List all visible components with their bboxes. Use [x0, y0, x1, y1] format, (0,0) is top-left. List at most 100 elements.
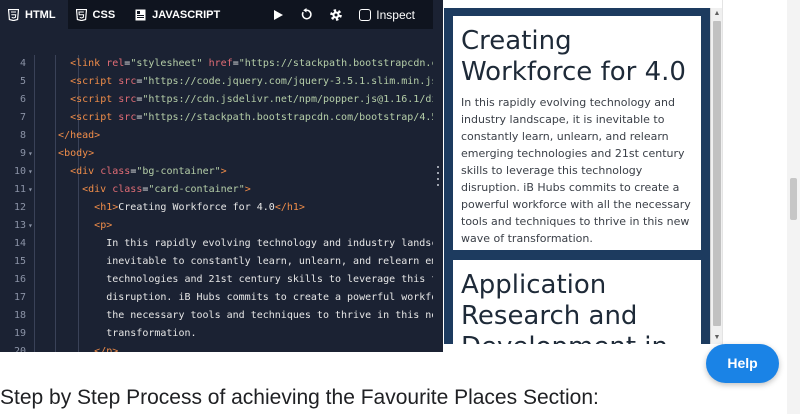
code-text: <div class="card-container">	[46, 181, 251, 199]
indent-guide	[34, 343, 35, 352]
code-line: 9 ▾ <body>	[0, 145, 433, 163]
code-token: "https://stackpath.bootstrapcdn.com/boot…	[142, 112, 433, 123]
code-token: inevitable to constantly learn, unlearn,…	[46, 256, 433, 267]
code-text: <body>	[46, 145, 94, 163]
code-line: 6 <script src="https://cdn.jsdelivr.net/…	[0, 91, 433, 109]
code-line: 18 the necessary tools and techniques to…	[0, 307, 433, 325]
code-line: 15 inevitable to constantly learn, unlea…	[0, 253, 433, 271]
code-token: <script	[70, 76, 113, 87]
reset-button[interactable]	[300, 8, 313, 21]
pane-resize-handle[interactable]	[433, 0, 443, 352]
indent-guide	[34, 145, 35, 163]
editor-toolbar: HTML CSS JAVASCRIPT Inspect	[0, 0, 433, 29]
code-token: <h1>	[94, 202, 119, 213]
code-text: disruption. iB Hubs commits to create a …	[46, 289, 433, 307]
handle-dot	[437, 172, 439, 174]
fold-arrow-icon[interactable]: ▾	[28, 145, 33, 163]
tab-javascript[interactable]: JAVASCRIPT	[127, 0, 232, 29]
line-number: 14	[13, 238, 26, 249]
code-token: Creating Workforce for 4.0	[118, 202, 275, 213]
code-token: the necessary tools and techniques to th…	[46, 310, 433, 321]
code-token: </h1>	[274, 202, 305, 213]
page-scroll-thumb[interactable]	[790, 178, 797, 220]
page-scrollbar[interactable]	[787, 0, 800, 414]
content-divider	[722, 0, 723, 352]
code-token: class	[100, 166, 131, 177]
code-line: 8 </head>	[0, 127, 433, 145]
code-line: 17 disruption. iB Hubs commits to create…	[0, 289, 433, 307]
code-text: <p>	[46, 217, 112, 235]
code-token: <script	[70, 94, 113, 105]
card-title: Creating Workforce for 4.0	[461, 26, 686, 87]
code-token: >	[244, 184, 251, 195]
line-number: 8	[19, 130, 26, 141]
code-text: In this rapidly evolving technology and …	[46, 235, 433, 253]
code-area[interactable]: 4 <link rel="stylesheet" href="https://s…	[0, 55, 433, 352]
preview-scroll-thumb[interactable]	[713, 21, 721, 326]
code-line: 10 ▾ <div class="bg-container">	[0, 163, 433, 181]
line-number: 20	[13, 346, 26, 352]
code-token: >	[220, 166, 227, 177]
indent-guide	[34, 271, 35, 289]
page: HTML CSS JAVASCRIPT Inspect 4 <link rel=…	[0, 0, 800, 414]
preview-bg-container[interactable]: Creating Workforce for 4.0 In this rapid…	[444, 8, 710, 344]
code-token: <link	[70, 58, 101, 69]
code-line: 13 ▾ <p>	[0, 217, 433, 235]
code-token: </p>	[94, 346, 119, 352]
play-icon	[274, 9, 284, 20]
code-token: disruption. iB Hubs commits to create a …	[46, 292, 433, 303]
fold-arrow-icon[interactable]: ▾	[28, 181, 33, 199]
indent-guide	[34, 307, 35, 325]
code-token: class	[112, 184, 143, 195]
code-text: the necessary tools and techniques to th…	[46, 307, 433, 325]
code-editor: HTML CSS JAVASCRIPT Inspect 4 <link rel=…	[0, 0, 433, 352]
help-button[interactable]: Help	[706, 344, 779, 383]
code-text: </p>	[46, 343, 118, 352]
line-number: 5	[19, 76, 26, 87]
run-button[interactable]	[272, 9, 284, 21]
code-text: <div class="bg-container">	[46, 163, 227, 181]
code-token: </head>	[58, 130, 101, 141]
preview-card-application-research: Application Research and Development in	[453, 260, 701, 344]
line-number: 10	[13, 166, 26, 177]
handle-dot	[437, 184, 439, 186]
code-token: "bg-container"	[136, 166, 221, 177]
inspect-checkbox[interactable]	[359, 8, 372, 21]
code-line: 7 <script src="https://stackpath.bootstr…	[0, 109, 433, 127]
tab-css[interactable]: CSS	[68, 0, 128, 29]
inspect-label: Inspect	[376, 7, 415, 22]
card-title: Application Research and Development in	[461, 270, 668, 344]
fold-arrow-icon[interactable]: ▾	[28, 163, 33, 181]
card-paragraph: In this rapidly evolving technology and …	[461, 96, 691, 245]
code-line: 12 <h1>Creating Workforce for 4.0</h1>	[0, 199, 433, 217]
code-token: "card-container"	[148, 184, 245, 195]
preview-card-workforce: Creating Workforce for 4.0 In this rapid…	[453, 16, 701, 250]
tab-javascript-label: JAVASCRIPT	[152, 8, 221, 21]
code-token: "https://stackpath.bootstrapcdn.com/boo	[238, 58, 433, 69]
tab-html[interactable]: HTML	[0, 0, 68, 29]
code-token: <div	[70, 166, 95, 177]
code-token: technologies and 21st century skills to …	[46, 274, 433, 285]
code-line: 5 <script src="https://code.jquery.com/j…	[0, 73, 433, 91]
indent-guide	[34, 109, 35, 127]
tab-css-label: CSS	[92, 8, 116, 21]
code-text: <script src="https://stackpath.bootstrap…	[46, 109, 433, 127]
indent-guide	[34, 289, 35, 307]
preview-pane: Creating Workforce for 4.0 In this rapid…	[443, 0, 723, 352]
settings-button[interactable]	[329, 8, 343, 22]
fold-arrow-icon[interactable]: ▾	[28, 217, 33, 235]
handle-dot	[437, 166, 439, 168]
code-token: src	[118, 94, 137, 105]
inspect-toggle[interactable]: Inspect	[359, 8, 433, 22]
line-number: 16	[13, 274, 26, 285]
indent-guide	[34, 325, 35, 343]
code-token: "stylesheet"	[130, 58, 203, 69]
